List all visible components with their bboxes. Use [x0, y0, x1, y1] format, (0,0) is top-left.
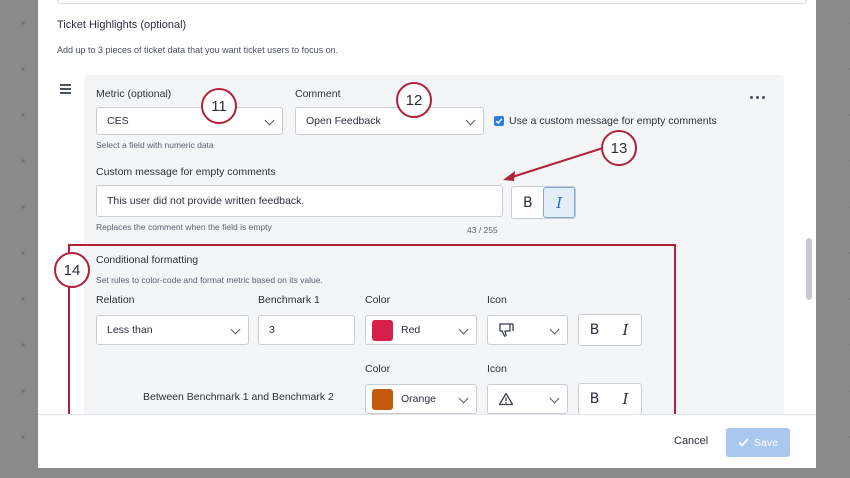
callout-12: 12 [396, 82, 432, 118]
bold-button[interactable]: B [579, 315, 610, 345]
comment-value: Open Feedback [306, 115, 381, 127]
chevron-down-icon [465, 115, 476, 126]
bold-button[interactable]: B [512, 187, 543, 218]
conditional-title: Conditional formatting [96, 254, 199, 266]
custom-message-hint: Replaces the comment when the field is e… [96, 222, 272, 232]
relation-value: Less than [107, 324, 153, 336]
custom-message-label: Custom message for empty comments [96, 166, 276, 178]
icon-select-rule2[interactable] [487, 384, 568, 414]
comment-label: Comment [295, 88, 341, 100]
icon-header-rule2: Icon [487, 363, 507, 375]
italic-button[interactable]: I [610, 384, 641, 414]
section-title: Ticket Highlights (optional) [57, 19, 187, 31]
italic-button[interactable]: I [610, 315, 641, 345]
italic-button[interactable]: I [543, 187, 575, 218]
metric-hint: Select a field with numeric data [96, 140, 214, 150]
section-description: Add up to 3 pieces of ticket data that y… [57, 45, 339, 55]
callout-14: 14 [54, 252, 90, 288]
comment-select[interactable]: Open Feedback [295, 107, 484, 135]
chevron-down-icon [264, 115, 275, 126]
metric-label: Metric (optional) [96, 88, 172, 100]
color-header-rule2: Color [365, 363, 391, 375]
bold-button[interactable]: B [579, 384, 610, 414]
benchmark1-value: 3 [269, 324, 275, 336]
color-select-rule1[interactable]: Red [365, 315, 477, 345]
benchmark1-header: Benchmark 1 [258, 294, 320, 306]
color-select-rule2[interactable]: Orange [365, 384, 477, 414]
red-swatch [372, 319, 393, 341]
rule2-relation-text: Between Benchmark 1 and Benchmark 2 [143, 391, 334, 403]
callout-13: 13 [601, 130, 637, 166]
message-format-group: B I [511, 186, 576, 219]
previous-section-edge [57, 0, 807, 4]
chevron-down-icon [549, 324, 560, 335]
warning-icon [498, 392, 514, 406]
drag-handle-icon[interactable] [60, 84, 71, 96]
color-value: Red [401, 324, 421, 336]
relation-header: Relation [96, 294, 135, 306]
conditional-description: Set rules to color-code and format metri… [96, 275, 323, 285]
thumbs-down-icon [499, 323, 514, 337]
metric-value: CES [107, 115, 129, 127]
rule2-format-group: B I [578, 383, 642, 415]
checkbox-checked-icon [494, 116, 504, 126]
save-button[interactable]: Save [726, 428, 790, 457]
orange-swatch [372, 388, 393, 410]
callout-11: 11 [201, 88, 237, 124]
save-label: Save [754, 436, 778, 449]
more-options-icon[interactable] [750, 96, 765, 99]
cancel-button[interactable]: Cancel [674, 435, 708, 447]
icon-select-rule1[interactable] [487, 315, 568, 345]
icon-header: Icon [487, 294, 507, 306]
callout-arrow [503, 147, 604, 181]
benchmark1-input[interactable]: 3 [258, 315, 355, 345]
character-counter: 43 / 255 [467, 225, 498, 235]
metric-select[interactable]: CES [96, 107, 283, 135]
scrollbar-thumb[interactable] [806, 238, 812, 300]
custom-message-value: This user did not provide written feedba… [107, 195, 305, 207]
custom-message-checkbox[interactable]: Use a custom message for empty comments [494, 115, 717, 127]
rule1-format-group: B I [578, 314, 642, 346]
chevron-down-icon [549, 393, 560, 404]
color-value: Orange [401, 393, 437, 405]
chevron-down-icon [230, 324, 241, 335]
color-header: Color [365, 294, 391, 306]
chevron-down-icon [458, 393, 469, 404]
custom-message-checkbox-label: Use a custom message for empty comments [509, 115, 717, 127]
relation-select[interactable]: Less than [96, 315, 249, 345]
chevron-down-icon [458, 324, 469, 335]
custom-message-input[interactable]: This user did not provide written feedba… [96, 185, 503, 217]
checkmark-icon [738, 438, 749, 447]
